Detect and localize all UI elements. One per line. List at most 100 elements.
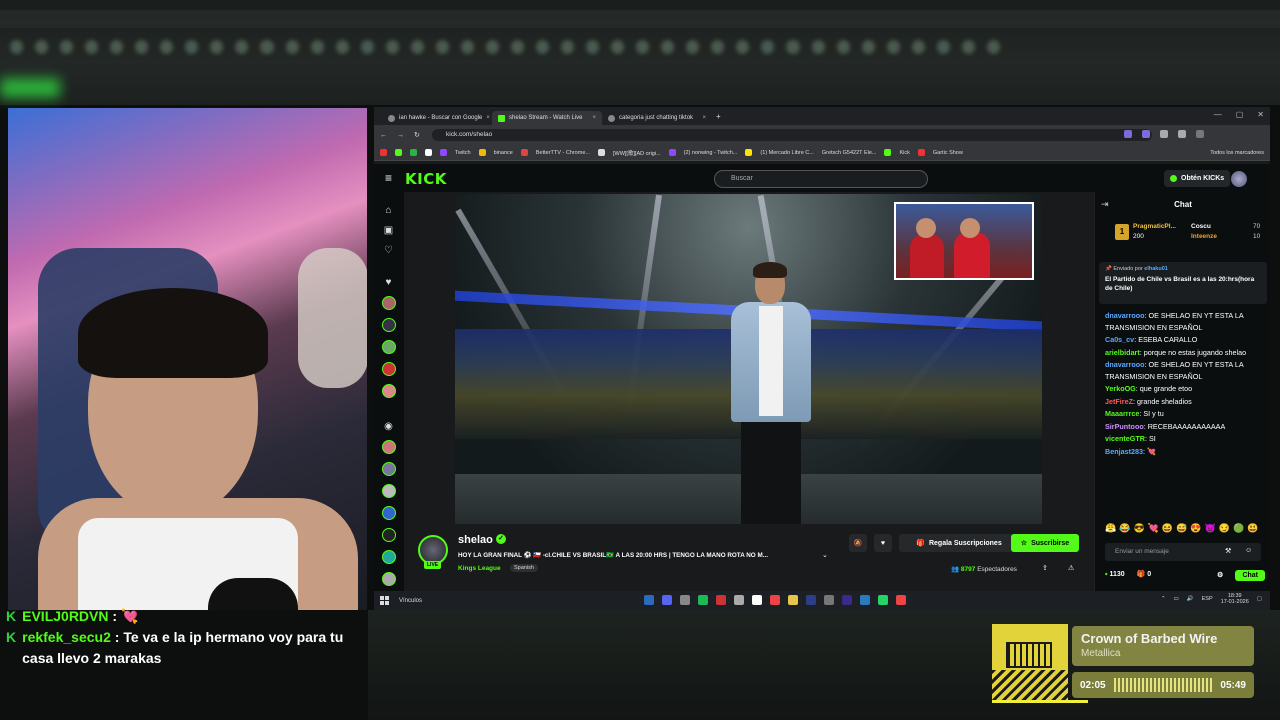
video-player[interactable] — [455, 194, 1042, 524]
extension-icon[interactable] — [1178, 130, 1186, 138]
all-bookmarks[interactable]: Todos los marcadores — [1210, 150, 1270, 156]
emote-icon[interactable]: 😎 — [1133, 523, 1144, 534]
emote-icon[interactable]: 🟢 — [1233, 523, 1244, 534]
close-icon[interactable]: × — [592, 115, 596, 121]
chat-username[interactable]: arielbidart — [1105, 348, 1140, 357]
close-icon[interactable]: × — [486, 115, 490, 121]
photoshop-icon[interactable] — [806, 595, 816, 605]
clock[interactable]: 18:39 17-01-2026 — [1221, 593, 1249, 605]
recommended-channel-avatar[interactable] — [382, 550, 396, 564]
kick-logo[interactable]: KICK — [405, 170, 447, 188]
followed-channel-avatar[interactable] — [382, 362, 396, 376]
browser-tab[interactable]: ian hawke - Buscar con Google × — [382, 111, 492, 125]
emote-icon[interactable]: 😏 — [1219, 523, 1230, 534]
chat-username[interactable]: dnavarrooo — [1105, 360, 1145, 369]
chat-username[interactable]: Maaarrrce — [1105, 409, 1139, 418]
menu-icon[interactable]: ≡ — [385, 171, 392, 185]
folder-icon[interactable] — [788, 595, 798, 605]
chat-username[interactable]: dnavarrooo — [1105, 311, 1145, 320]
bookmark-item[interactable]: Gartic Show — [933, 150, 963, 156]
whatsapp-icon[interactable] — [878, 595, 888, 605]
extension-icon[interactable] — [1142, 130, 1150, 138]
app-icon[interactable] — [734, 595, 744, 605]
gift-count[interactable]: 0 — [1147, 571, 1151, 578]
bookmark-item[interactable]: (2) nonwing - Twitch... — [684, 150, 738, 156]
reload-icon[interactable]: ↻ — [414, 131, 420, 139]
emote-icon[interactable]: 😍 — [1190, 523, 1201, 534]
points-count[interactable]: 1130 — [1109, 571, 1124, 578]
emote-icon[interactable]: 😆 — [1162, 523, 1173, 534]
url-field[interactable]: kick.com/shelao — [432, 129, 1152, 141]
taskbar-links[interactable]: Vínculos — [399, 598, 422, 604]
recommended-channel-avatar[interactable] — [382, 506, 396, 520]
followed-channel-avatar[interactable] — [382, 340, 396, 354]
emote-icon[interactable]: 😅 — [1176, 523, 1187, 534]
emote-icon[interactable]: 😃 — [1247, 523, 1258, 534]
emoji-icon[interactable]: ☺ — [1245, 547, 1252, 554]
browser-tab-active[interactable]: shelao Stream - Watch Live × — [492, 111, 602, 125]
recommended-channel-avatar[interactable] — [382, 572, 396, 586]
volume-icon[interactable]: 🔊 — [1187, 596, 1194, 602]
new-tab-button[interactable]: + — [716, 112, 721, 121]
premiere-icon[interactable] — [842, 595, 852, 605]
bookmark-item[interactable]: Twitch — [455, 150, 471, 156]
chat-username[interactable]: Benjast283 — [1105, 447, 1143, 456]
discord-icon[interactable] — [662, 595, 672, 605]
app-icon[interactable] — [752, 595, 762, 605]
app-icon[interactable] — [680, 595, 690, 605]
app-icon[interactable] — [716, 595, 726, 605]
app-icon[interactable] — [824, 595, 834, 605]
commands-icon[interactable]: ⚒ — [1225, 547, 1231, 555]
bookmark-item[interactable]: Kick — [899, 150, 909, 156]
followed-channel-avatar[interactable] — [382, 384, 396, 398]
pinned-user[interactable]: elhaku01 — [1144, 266, 1168, 272]
chat-username[interactable]: vicenteGTR — [1105, 434, 1145, 443]
share-icon[interactable]: ⇪ — [1042, 564, 1048, 572]
spotify-icon[interactable] — [698, 595, 708, 605]
stream-category[interactable]: Kings League — [458, 565, 501, 572]
emote-icon[interactable]: 💘 — [1148, 523, 1159, 534]
emote-icon[interactable]: 😂 — [1119, 523, 1130, 534]
report-icon[interactable]: ⚠ — [1068, 564, 1074, 572]
live-icon[interactable]: ◉ — [382, 420, 395, 433]
followed-channel-avatar[interactable] — [382, 296, 396, 310]
maximize-icon[interactable]: ▢ — [1236, 110, 1244, 119]
emote-icon[interactable]: 😤 — [1105, 523, 1116, 534]
minimize-icon[interactable]: — — [1214, 110, 1222, 119]
recommended-channel-avatar[interactable] — [382, 462, 396, 476]
windows-start-icon[interactable] — [380, 596, 389, 605]
gift-subs-button[interactable]: 🎁 Regala Suscripciones — [899, 534, 1019, 552]
extension-icon[interactable] — [1196, 130, 1204, 138]
chevron-up-icon[interactable]: ⌃ — [1161, 596, 1166, 602]
chrome-icon[interactable] — [770, 595, 780, 605]
chrome-icon[interactable] — [896, 595, 906, 605]
extension-icon[interactable] — [1124, 130, 1132, 138]
network-icon[interactable]: ▭ — [1174, 596, 1179, 602]
streamer-name[interactable]: shelao — [458, 534, 493, 546]
back-icon[interactable]: ← — [380, 132, 387, 139]
chat-username[interactable]: Ca0s_cv — [1105, 335, 1134, 344]
recommended-channel-avatar[interactable] — [382, 440, 396, 454]
close-icon[interactable]: × — [702, 115, 706, 121]
language-indicator[interactable]: ESP — [1202, 596, 1213, 602]
home-icon[interactable]: ⌂ — [382, 204, 395, 217]
chat-username[interactable]: YerkoOG — [1105, 384, 1136, 393]
steam-icon[interactable] — [644, 595, 654, 605]
chat-username[interactable]: JetFireZ — [1105, 397, 1133, 406]
browser-tab[interactable]: categoria just chatting tiktok × — [602, 111, 712, 125]
recommended-channel-avatar[interactable] — [382, 484, 396, 498]
bookmark-item[interactable]: binance — [494, 150, 513, 156]
bookmark-item[interactable]: Gretsch G5422T Ele... — [822, 150, 877, 156]
browse-icon[interactable]: ▣ — [382, 224, 395, 237]
followed-channel-avatar[interactable] — [382, 318, 396, 332]
emote-icon[interactable]: 😈 — [1205, 523, 1216, 534]
follow-button[interactable]: ♥ — [874, 534, 892, 552]
bookmark-item[interactable]: [WW][歌][AD origi... — [613, 149, 661, 157]
recommended-channel-avatar[interactable] — [382, 528, 396, 542]
favorites-icon[interactable]: ♥ — [382, 276, 395, 289]
app-icon[interactable] — [860, 595, 870, 605]
stream-tag[interactable]: Spanish — [510, 564, 538, 572]
user-avatar[interactable] — [1231, 171, 1247, 187]
following-icon[interactable]: ♡ — [382, 244, 395, 257]
chat-input[interactable]: Enviar un mensaje — [1105, 543, 1261, 561]
